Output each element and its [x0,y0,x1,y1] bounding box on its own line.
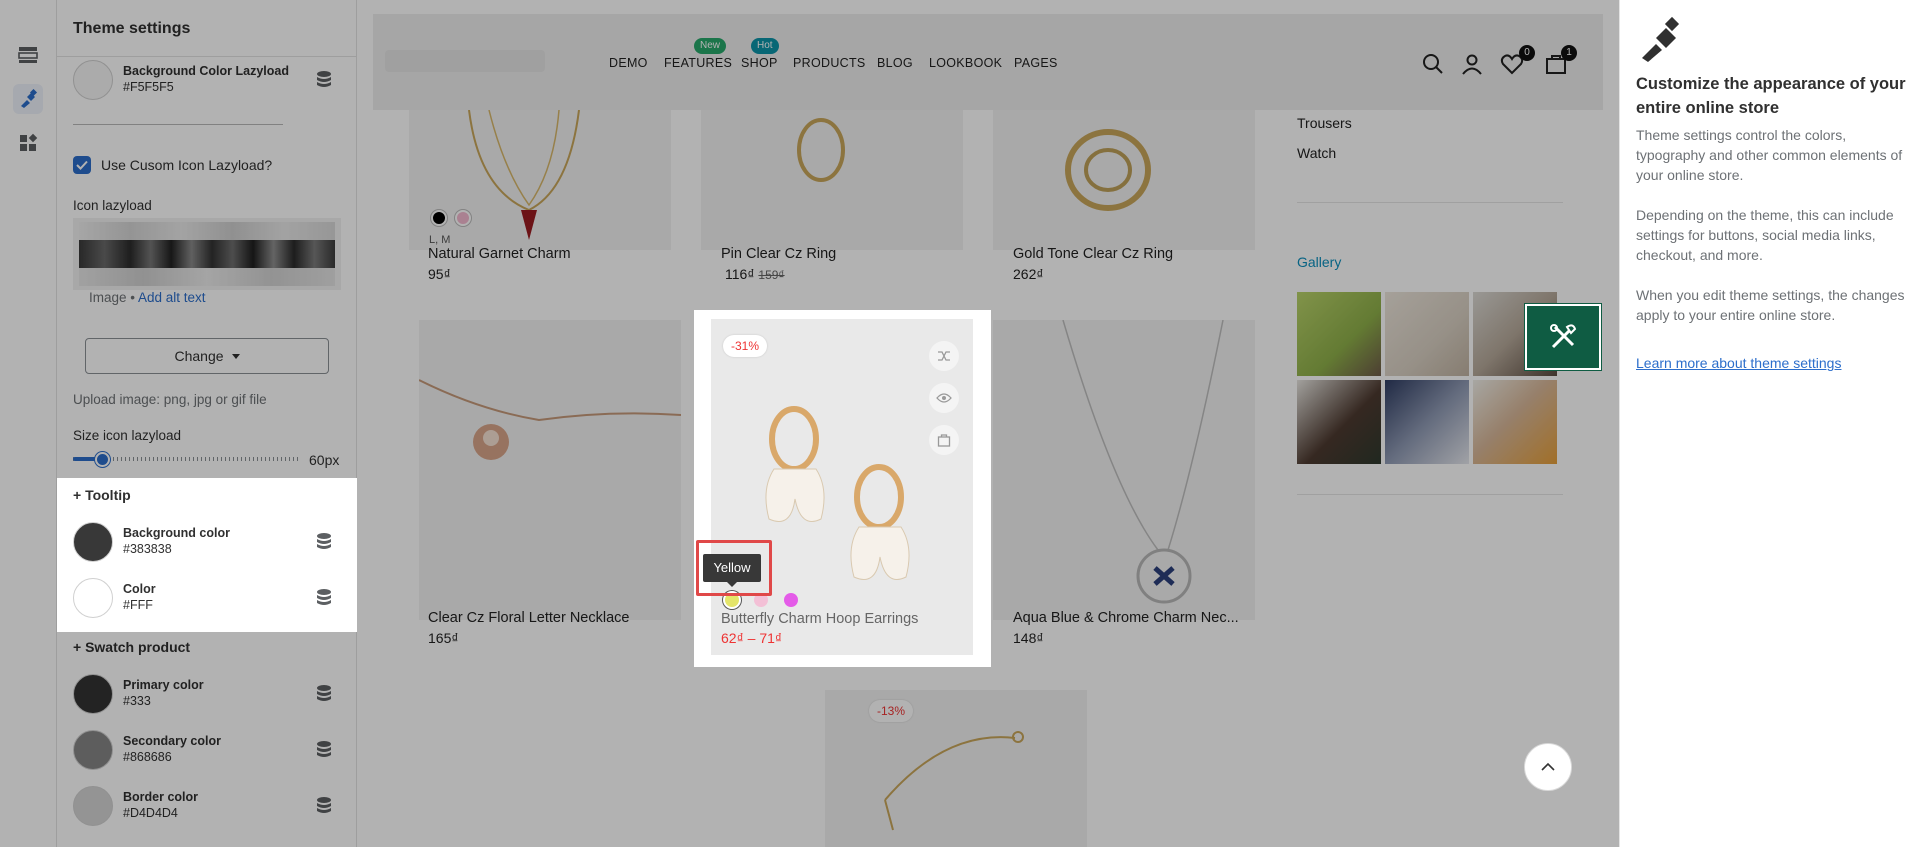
paintbrush-icon [1642,16,1680,62]
setting-value: #383838 [123,542,172,556]
shuffle-icon [938,351,950,361]
setting-name: Color [123,582,156,596]
tooltip-text-color-setting[interactable]: Color #FFF [73,576,341,620]
product-title[interactable]: Butterfly Charm Hoop Earrings [721,611,918,627]
dim-overlay [57,632,357,847]
info-paragraph: Depending on the theme, this can include… [1636,207,1894,263]
compare-button[interactable] [929,341,959,371]
info-title: Customize the appearance of your entire … [1636,75,1906,117]
quick-view-button[interactable] [929,383,959,413]
add-to-cart-button[interactable] [929,425,959,455]
dim-overlay [357,478,694,847]
tooltip-bg-swatch[interactable] [73,522,113,562]
setting-value: #FFF [123,598,153,612]
eye-icon [936,393,952,403]
tools-button[interactable] [1525,304,1601,370]
scroll-to-top-button[interactable] [1524,743,1572,791]
tooltip-heading: + Tooltip [73,487,131,503]
sale-badge: -31% [723,335,768,357]
highlight-annotation-box [696,540,772,596]
product-image[interactable] [711,319,973,655]
dim-overlay [0,478,57,847]
chevron-up-icon [1541,762,1555,771]
dynamic-source-icon[interactable] [315,532,333,552]
tooltip-color-swatch[interactable] [73,578,113,618]
product-price: 62₫ – 71₫ [721,630,783,646]
info-paragraph: Theme settings control the colors, typog… [1636,127,1903,183]
dynamic-source-icon[interactable] [315,588,333,608]
tooltip-settings-group: + Tooltip Background color #383838 Color… [57,478,357,632]
setting-name: Background color [123,526,230,540]
tools-icon [1550,324,1577,349]
cart-icon [937,434,951,447]
color-swatch-purple[interactable] [784,593,798,607]
learn-more-link[interactable]: Learn more about theme settings [1636,355,1841,371]
tooltip-bg-color-setting[interactable]: Background color #383838 [73,520,341,564]
product-card-butterfly[interactable]: -31% Butterfly Charm Hoop Earrings 62₫ –… [711,319,973,655]
info-panel: Customize the appearance of your entire … [1619,0,1920,847]
dim-overlay [694,667,991,847]
info-paragraph: When you edit theme settings, the change… [1636,287,1905,323]
